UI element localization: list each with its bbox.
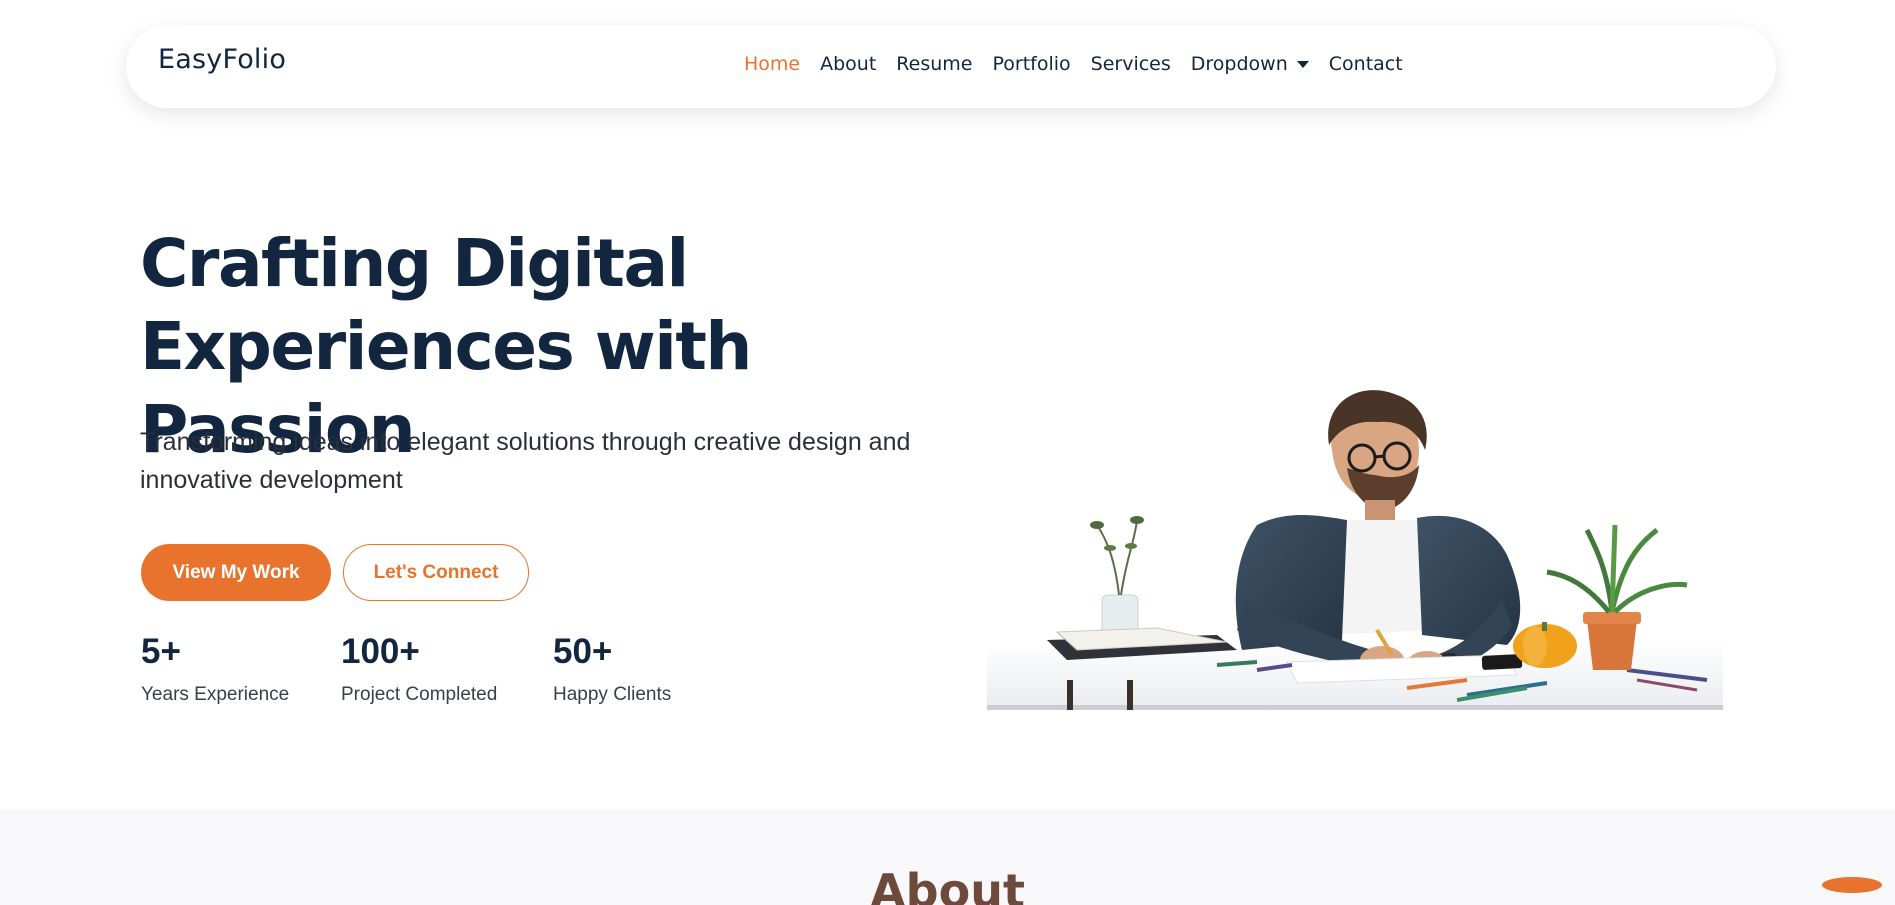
nav-item-about[interactable]: About [820, 53, 876, 75]
stat-projects-completed: 100+ Project Completed [341, 632, 497, 706]
nav-item-resume[interactable]: Resume [896, 53, 972, 75]
designer-person [1235, 390, 1521, 677]
hero-subtitle-line-1: Transforming ideas into elegant solution… [140, 428, 911, 456]
nav-item-portfolio[interactable]: Portfolio [992, 53, 1070, 75]
nav-menu: Home About Resume Portfolio Services Dro… [744, 53, 1423, 75]
about-section-title: About [870, 864, 1025, 905]
stat-years-experience: 5+ Years Experience [141, 632, 289, 706]
stat-label: Years Experience [141, 684, 290, 705]
stat-label: Happy Clients [553, 684, 672, 705]
nav-item-contact[interactable]: Contact [1329, 53, 1403, 75]
plant-vase-left [1090, 516, 1144, 641]
lets-connect-button[interactable]: Let's Connect [343, 544, 529, 601]
caret-down-icon [1296, 60, 1309, 68]
navbar: EasyFolio Home About Resume Portfolio Se… [126, 25, 1776, 108]
stat-value: 100+ [341, 632, 420, 671]
view-my-work-button[interactable]: View My Work [141, 544, 331, 601]
stat-value: 50+ [553, 632, 613, 671]
nav-item-services[interactable]: Services [1091, 53, 1171, 75]
pumpkin [1513, 622, 1577, 668]
stat-happy-clients: 50+ Happy Clients [553, 632, 671, 706]
hero-subtitle-line-2: innovative development [140, 466, 403, 494]
stat-label: Project Completed [341, 684, 498, 705]
hero-title-line-1: Crafting Digital [140, 225, 689, 302]
scroll-top-button[interactable] [1822, 877, 1882, 893]
stat-value: 5+ [141, 632, 181, 671]
nav-item-dropdown[interactable]: Dropdown [1191, 53, 1309, 75]
about-section: About [0, 809, 1895, 905]
site-logo[interactable]: EasyFolio [158, 44, 286, 75]
designer-at-desk-illustration [987, 390, 1723, 710]
hero-subtitle: Transforming ideas into elegant solution… [140, 423, 940, 499]
nav-item-home[interactable]: Home [744, 53, 800, 75]
